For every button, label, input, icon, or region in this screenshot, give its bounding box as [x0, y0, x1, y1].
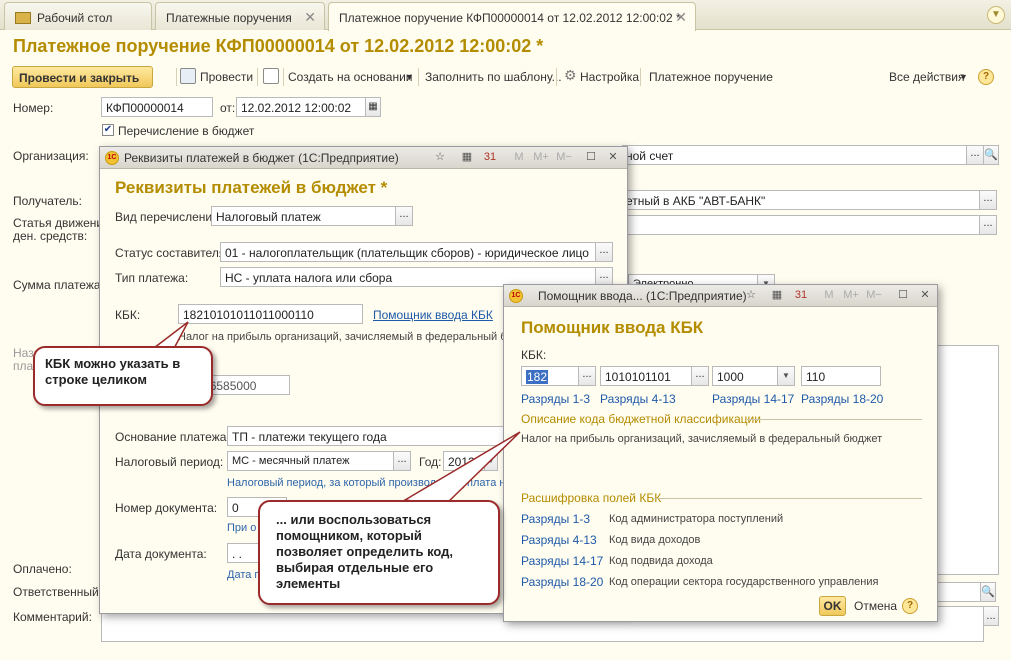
- callout-kbk-helper: ... или воспользоваться помощником, кото…: [258, 500, 500, 605]
- callout-pointers: [148, 321, 521, 506]
- callout-kbk-whole: КБК можно указать в строке целиком: [33, 346, 213, 406]
- callout-pointer-2: [402, 431, 521, 506]
